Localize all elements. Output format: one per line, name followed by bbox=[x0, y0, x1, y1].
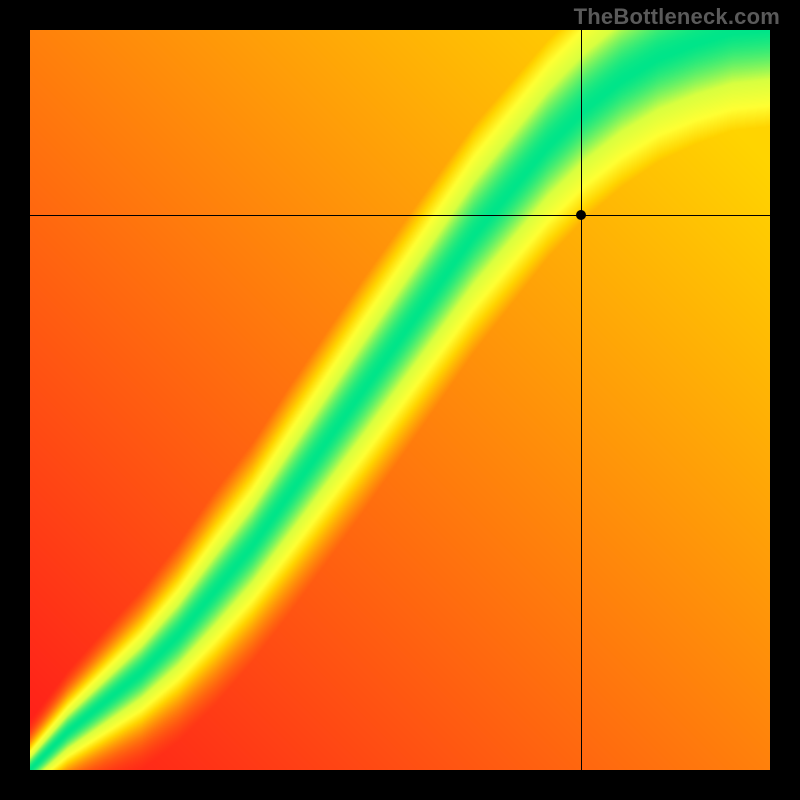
crosshair-vertical bbox=[581, 30, 582, 770]
heatmap-canvas bbox=[30, 30, 770, 770]
chart-container: TheBottleneck.com bbox=[0, 0, 800, 800]
crosshair-point bbox=[576, 210, 586, 220]
crosshair-horizontal bbox=[30, 215, 770, 216]
watermark-text: TheBottleneck.com bbox=[574, 4, 780, 30]
heatmap-plot bbox=[30, 30, 770, 770]
